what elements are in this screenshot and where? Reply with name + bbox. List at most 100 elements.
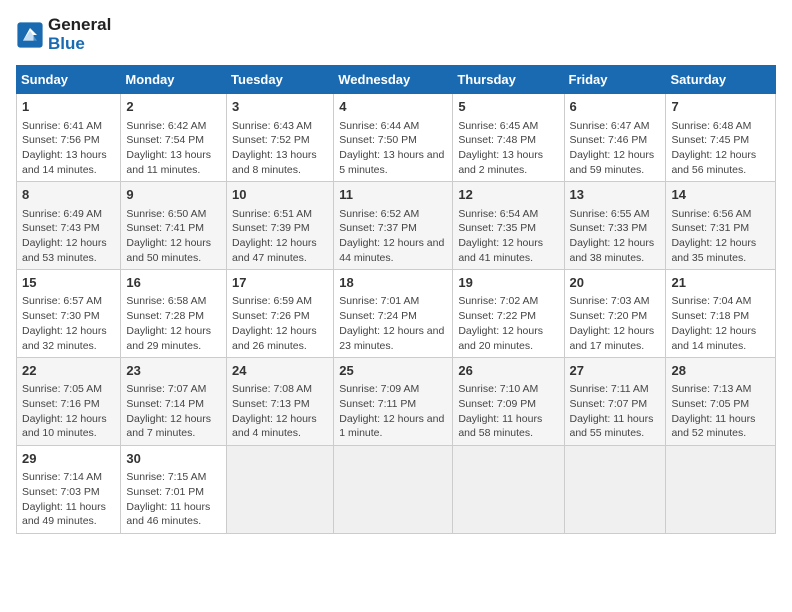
page-header: General Blue [16,16,776,53]
day-number: 15 [22,274,115,292]
calendar-day-30: 30 Sunrise: 7:15 AMSunset: 7:01 PMDayligh… [121,446,227,534]
calendar-day-24: 24 Sunrise: 7:08 AMSunset: 7:13 PMDayligh… [227,358,334,446]
day-info: Sunrise: 7:01 AMSunset: 7:24 PMDaylight:… [339,294,447,353]
calendar-day-11: 11Sunrise: 6:52 AMSunset: 7:37 PMDayligh… [334,182,453,270]
day-number: 13 [570,186,661,204]
day-info: Sunrise: 7:15 AMSunset: 7:01 PMDaylight:… [126,470,221,529]
calendar-day-28: 28Sunrise: 7:13 AMSunset: 7:05 PMDayligh… [666,358,776,446]
day-info: Sunrise: 6:57 AMSunset: 7:30 PMDaylight:… [22,294,115,353]
day-number: 9 [126,186,221,204]
calendar-day-22: 22 Sunrise: 7:05 AMSunset: 7:16 PMDayligh… [17,358,121,446]
calendar-day-7: 7 Sunrise: 6:48 AMSunset: 7:45 PMDaylight… [666,94,776,182]
calendar-week-1: 8 Sunrise: 6:49 AMSunset: 7:43 PMDaylight… [17,182,776,270]
day-number: 16 [126,274,221,292]
day-number: 29 [22,450,115,468]
calendar-day-14: 14Sunrise: 6:56 AMSunset: 7:31 PMDayligh… [666,182,776,270]
calendar-day-3: 3 Sunrise: 6:43 AMSunset: 7:52 PMDaylight… [227,94,334,182]
day-number: 18 [339,274,447,292]
day-info: Sunrise: 7:05 AMSunset: 7:16 PMDaylight:… [22,382,115,441]
calendar-table: SundayMondayTuesdayWednesdayThursdayFrid… [16,65,776,534]
day-number: 20 [570,274,661,292]
calendar-day-12: 12Sunrise: 6:54 AMSunset: 7:35 PMDayligh… [453,182,564,270]
day-info: Sunrise: 7:03 AMSunset: 7:20 PMDaylight:… [570,294,661,353]
day-info: Sunrise: 7:13 AMSunset: 7:05 PMDaylight:… [671,382,770,441]
day-number: 22 [22,362,115,380]
calendar-day-26: 26Sunrise: 7:10 AMSunset: 7:09 PMDayligh… [453,358,564,446]
day-number: 3 [232,98,328,116]
calendar-day-17: 17 Sunrise: 6:59 AMSunset: 7:26 PMDayligh… [227,270,334,358]
day-info: Sunrise: 6:59 AMSunset: 7:26 PMDaylight:… [232,294,328,353]
day-number: 24 [232,362,328,380]
day-info: Sunrise: 7:11 AMSunset: 7:07 PMDaylight:… [570,382,661,441]
calendar-day-6: 6 Sunrise: 6:47 AMSunset: 7:46 PMDaylight… [564,94,666,182]
weekday-header-saturday: Saturday [666,66,776,94]
calendar-day-29: 29 Sunrise: 7:14 AMSunset: 7:03 PMDayligh… [17,446,121,534]
calendar-day-2: 2 Sunrise: 6:42 AMSunset: 7:54 PMDaylight… [121,94,227,182]
calendar-day-empty [564,446,666,534]
weekday-header-wednesday: Wednesday [334,66,453,94]
day-number: 26 [458,362,558,380]
calendar-day-19: 19Sunrise: 7:02 AMSunset: 7:22 PMDayligh… [453,270,564,358]
day-number: 11 [339,186,447,204]
day-info: Sunrise: 6:45 AMSunset: 7:48 PMDaylight:… [458,119,558,178]
day-number: 4 [339,98,447,116]
calendar-day-empty [453,446,564,534]
day-info: Sunrise: 6:47 AMSunset: 7:46 PMDaylight:… [570,119,661,178]
day-info: Sunrise: 6:55 AMSunset: 7:33 PMDaylight:… [570,207,661,266]
day-info: Sunrise: 7:02 AMSunset: 7:22 PMDaylight:… [458,294,558,353]
weekday-header-thursday: Thursday [453,66,564,94]
day-info: Sunrise: 6:50 AMSunset: 7:41 PMDaylight:… [126,207,221,266]
calendar-day-16: 16 Sunrise: 6:58 AMSunset: 7:28 PMDayligh… [121,270,227,358]
calendar-day-5: 5Sunrise: 6:45 AMSunset: 7:48 PMDaylight… [453,94,564,182]
day-info: Sunrise: 6:44 AMSunset: 7:50 PMDaylight:… [339,119,447,178]
calendar-day-9: 9 Sunrise: 6:50 AMSunset: 7:41 PMDaylight… [121,182,227,270]
day-number: 25 [339,362,447,380]
day-info: Sunrise: 7:14 AMSunset: 7:03 PMDaylight:… [22,470,115,529]
weekday-header-tuesday: Tuesday [227,66,334,94]
calendar-day-empty [334,446,453,534]
day-info: Sunrise: 6:49 AMSunset: 7:43 PMDaylight:… [22,207,115,266]
calendar-day-4: 4 Sunrise: 6:44 AMSunset: 7:50 PMDaylight… [334,94,453,182]
day-number: 6 [570,98,661,116]
day-info: Sunrise: 6:51 AMSunset: 7:39 PMDaylight:… [232,207,328,266]
calendar-day-13: 13 Sunrise: 6:55 AMSunset: 7:33 PMDayligh… [564,182,666,270]
calendar-day-23: 23 Sunrise: 7:07 AMSunset: 7:14 PMDayligh… [121,358,227,446]
day-number: 7 [671,98,770,116]
calendar-week-4: 29 Sunrise: 7:14 AMSunset: 7:03 PMDayligh… [17,446,776,534]
calendar-day-1: 1 Sunrise: 6:41 AMSunset: 7:56 PMDaylight… [17,94,121,182]
day-number: 17 [232,274,328,292]
day-info: Sunrise: 7:07 AMSunset: 7:14 PMDaylight:… [126,382,221,441]
logo-text: General Blue [48,16,111,53]
day-info: Sunrise: 7:09 AMSunset: 7:11 PMDaylight:… [339,382,447,441]
calendar-day-empty [666,446,776,534]
calendar-day-8: 8 Sunrise: 6:49 AMSunset: 7:43 PMDaylight… [17,182,121,270]
day-number: 1 [22,98,115,116]
calendar-day-20: 20 Sunrise: 7:03 AMSunset: 7:20 PMDayligh… [564,270,666,358]
day-number: 23 [126,362,221,380]
logo: General Blue [16,16,111,53]
calendar-day-27: 27 Sunrise: 7:11 AMSunset: 7:07 PMDayligh… [564,358,666,446]
calendar-week-2: 15 Sunrise: 6:57 AMSunset: 7:30 PMDayligh… [17,270,776,358]
day-info: Sunrise: 6:58 AMSunset: 7:28 PMDaylight:… [126,294,221,353]
calendar-week-0: 1 Sunrise: 6:41 AMSunset: 7:56 PMDaylight… [17,94,776,182]
day-number: 2 [126,98,221,116]
weekday-header-friday: Friday [564,66,666,94]
day-info: Sunrise: 6:54 AMSunset: 7:35 PMDaylight:… [458,207,558,266]
calendar-day-10: 10 Sunrise: 6:51 AMSunset: 7:39 PMDayligh… [227,182,334,270]
calendar-week-3: 22 Sunrise: 7:05 AMSunset: 7:16 PMDayligh… [17,358,776,446]
calendar-day-21: 21Sunrise: 7:04 AMSunset: 7:18 PMDayligh… [666,270,776,358]
day-info: Sunrise: 7:08 AMSunset: 7:13 PMDaylight:… [232,382,328,441]
day-info: Sunrise: 6:42 AMSunset: 7:54 PMDaylight:… [126,119,221,178]
calendar-day-15: 15 Sunrise: 6:57 AMSunset: 7:30 PMDayligh… [17,270,121,358]
day-info: Sunrise: 6:48 AMSunset: 7:45 PMDaylight:… [671,119,770,178]
day-number: 30 [126,450,221,468]
logo-icon [16,21,44,49]
calendar-day-25: 25 Sunrise: 7:09 AMSunset: 7:11 PMDayligh… [334,358,453,446]
day-number: 27 [570,362,661,380]
day-info: Sunrise: 6:43 AMSunset: 7:52 PMDaylight:… [232,119,328,178]
day-info: Sunrise: 6:41 AMSunset: 7:56 PMDaylight:… [22,119,115,178]
day-number: 8 [22,186,115,204]
day-info: Sunrise: 7:04 AMSunset: 7:18 PMDaylight:… [671,294,770,353]
day-number: 10 [232,186,328,204]
weekday-header-monday: Monday [121,66,227,94]
